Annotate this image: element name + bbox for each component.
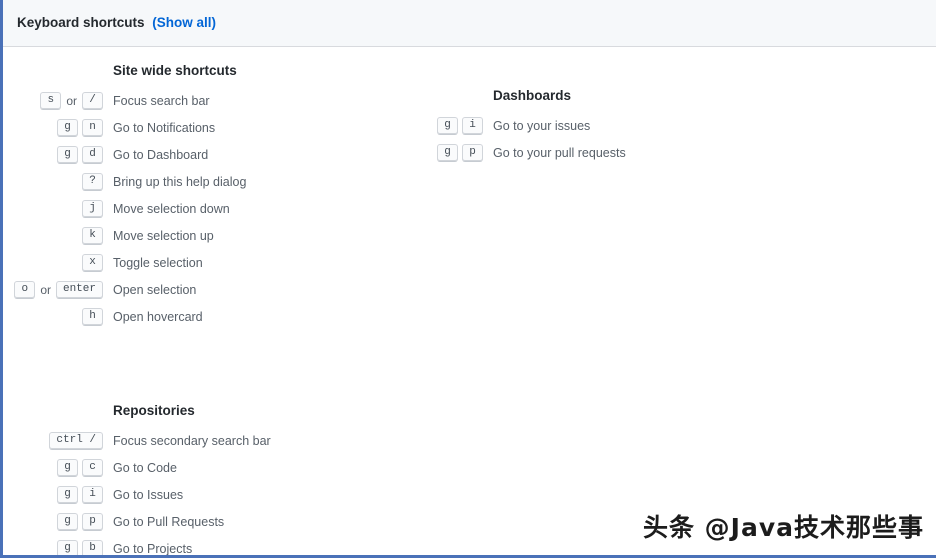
shortcut-label: Focus secondary search bar bbox=[113, 433, 271, 448]
group-heading-dashboards: Dashboards bbox=[493, 88, 572, 103]
key-: ? bbox=[82, 172, 103, 191]
group-heading-repositories: Repositories bbox=[113, 403, 195, 418]
key-s: s bbox=[40, 91, 62, 110]
shortcut-row: j Move selection down bbox=[3, 195, 433, 222]
key-d: d bbox=[82, 145, 103, 164]
shortcut-keys: o or enter bbox=[3, 280, 103, 299]
shortcut-keys: h bbox=[3, 307, 103, 326]
shortcut-label: Go to your issues bbox=[493, 118, 591, 133]
shortcut-row: x Toggle selection bbox=[3, 249, 433, 276]
key-g: g bbox=[57, 145, 78, 164]
key-j: j bbox=[82, 199, 103, 218]
shortcut-label: Go to Notifications bbox=[113, 120, 216, 135]
shortcut-keys: s or / bbox=[3, 91, 103, 110]
shortcut-label: Go to Pull Requests bbox=[113, 514, 225, 529]
shortcut-keys: k bbox=[3, 226, 103, 245]
shortcut-label: Move selection down bbox=[113, 201, 230, 216]
key-b: b bbox=[82, 539, 103, 555]
page-header: Keyboard shortcuts (Show all) bbox=[3, 0, 936, 47]
shortcut-label: Go to your pull requests bbox=[493, 145, 626, 160]
shortcut-row: g n Go to Notifications bbox=[3, 114, 433, 141]
shortcut-label: Open selection bbox=[113, 282, 197, 297]
key-enter: enter bbox=[55, 280, 103, 299]
key-p: p bbox=[462, 143, 483, 162]
key-: / bbox=[82, 91, 103, 110]
shortcut-keys: gc bbox=[3, 458, 103, 477]
shortcut-label: Move selection up bbox=[113, 228, 214, 243]
shortcut-row: g c Go to Code bbox=[3, 454, 433, 481]
shortcut-row: o or enter Open selection bbox=[3, 276, 433, 303]
shortcut-label: Toggle selection bbox=[113, 255, 203, 270]
shortcut-row: ? Bring up this help dialog bbox=[3, 168, 433, 195]
shortcut-label: Focus search bar bbox=[113, 93, 210, 108]
shortcut-label: Bring up this help dialog bbox=[113, 174, 247, 189]
shortcut-row: g d Go to Dashboard bbox=[3, 141, 433, 168]
group-heading-site-wide-shortcuts: Site wide shortcuts bbox=[113, 63, 237, 78]
key-x: x bbox=[82, 253, 103, 272]
key-c: c bbox=[82, 458, 103, 477]
key-ctrl: ctrl / bbox=[49, 431, 103, 450]
shortcut-row: ctrl / Focus secondary search bar bbox=[3, 427, 433, 454]
key-g: g bbox=[57, 485, 78, 504]
shortcut-label: Go to Projects bbox=[113, 541, 193, 556]
shortcut-label: Go to Issues bbox=[113, 487, 184, 502]
key-g: g bbox=[437, 143, 458, 162]
key-g: g bbox=[57, 512, 78, 531]
key-separator-or: or bbox=[66, 93, 77, 108]
shortcut-keys: gi bbox=[3, 485, 103, 504]
shortcut-row: g i Go to Issues bbox=[3, 481, 433, 508]
shortcut-label: Open hovercard bbox=[113, 309, 203, 324]
shortcut-label: Go to Code bbox=[113, 460, 177, 475]
shortcut-row: g i Go to your issues bbox=[399, 112, 839, 139]
key-n: n bbox=[82, 118, 103, 137]
shortcuts-column-left: Site wide shortcuts s or / Focus search bar g… bbox=[3, 62, 433, 556]
key-g: g bbox=[57, 539, 78, 555]
shortcut-row: g p Go to Pull Requests bbox=[3, 508, 433, 535]
shortcut-row: k Move selection up bbox=[3, 222, 433, 249]
shortcut-label: Go to Dashboard bbox=[113, 147, 209, 162]
shortcut-keys: gp bbox=[3, 512, 103, 531]
shortcut-keys: gb bbox=[3, 539, 103, 555]
key-h: h bbox=[82, 307, 103, 326]
shortcut-keys: gn bbox=[3, 118, 103, 137]
shortcut-keys: j bbox=[3, 199, 103, 218]
show-all-link[interactable]: (Show all) bbox=[152, 15, 216, 30]
shortcut-row: g p Go to your pull requests bbox=[399, 139, 839, 166]
header-title-group: Keyboard shortcuts (Show all) bbox=[17, 15, 216, 30]
key-g: g bbox=[437, 116, 458, 135]
key-k: k bbox=[82, 226, 103, 245]
watermark: 头条 @Java技术那些事 bbox=[642, 513, 924, 542]
shortcut-keys: x bbox=[3, 253, 103, 272]
shortcut-keys: gp bbox=[399, 143, 483, 162]
key-separator-or: or bbox=[40, 282, 51, 297]
shortcut-row: h Open hovercard bbox=[3, 303, 433, 330]
page-title: Keyboard shortcuts bbox=[17, 15, 145, 30]
key-i: i bbox=[82, 485, 103, 504]
shortcut-keys: gd bbox=[3, 145, 103, 164]
key-g: g bbox=[57, 458, 78, 477]
shortcuts-column-right: Dashboards g i Go to your issues g p Go to you… bbox=[399, 87, 839, 166]
shortcut-keys: ? bbox=[3, 172, 103, 191]
key-p: p bbox=[82, 512, 103, 531]
shortcut-keys: gi bbox=[399, 116, 483, 135]
keyboard-shortcuts-page: Keyboard shortcuts (Show all) Site wide … bbox=[0, 0, 936, 558]
shortcut-row: s or / Focus search bar bbox=[3, 87, 433, 114]
key-o: o bbox=[14, 280, 36, 299]
shortcut-row: g b Go to Projects bbox=[3, 535, 433, 556]
key-g: g bbox=[57, 118, 78, 137]
key-i: i bbox=[462, 116, 483, 135]
shortcut-keys: ctrl / bbox=[3, 431, 103, 450]
